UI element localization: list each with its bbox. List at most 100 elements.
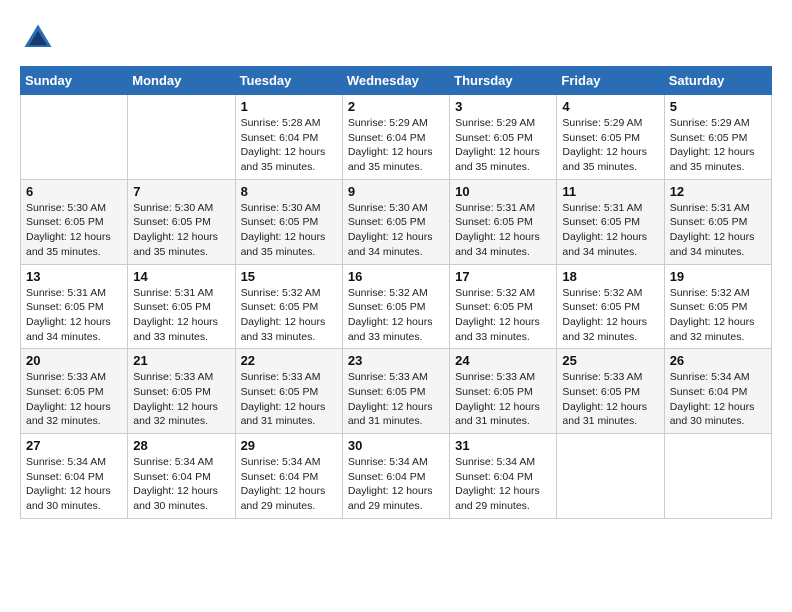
calendar-cell: 7Sunrise: 5:30 AMSunset: 6:05 PMDaylight…	[128, 179, 235, 264]
calendar-cell: 10Sunrise: 5:31 AMSunset: 6:05 PMDayligh…	[450, 179, 557, 264]
weekday-header-saturday: Saturday	[664, 67, 771, 95]
weekday-header-tuesday: Tuesday	[235, 67, 342, 95]
day-info: Sunrise: 5:31 AMSunset: 6:05 PMDaylight:…	[26, 286, 122, 345]
calendar-cell: 16 Sunrise: 5:32 AMSunset: 6:05 PMDayligh…	[342, 264, 449, 349]
day-number: 29	[241, 438, 337, 453]
day-number: 17	[455, 269, 551, 284]
day-info: Sunrise: 5:31 AMSunset: 6:05 PMDaylight:…	[455, 201, 551, 260]
calendar-cell: 11Sunrise: 5:31 AMSunset: 6:05 PMDayligh…	[557, 179, 664, 264]
calendar-cell: 1 Sunrise: 5:28 AMSunset: 6:04 PMDaylight…	[235, 95, 342, 180]
day-info: Sunrise: 5:32 AMSunset: 6:05 PMDaylight:…	[241, 286, 337, 345]
day-number: 22	[241, 353, 337, 368]
calendar-table: SundayMondayTuesdayWednesdayThursdayFrid…	[20, 66, 772, 519]
day-info: Sunrise: 5:31 AMSunset: 6:05 PMDaylight:…	[562, 201, 658, 260]
day-info: Sunrise: 5:28 AMSunset: 6:04 PMDaylight:…	[241, 116, 337, 175]
day-info: Sunrise: 5:32 AMSunset: 6:05 PMDaylight:…	[670, 286, 766, 345]
calendar-week-1: 1 Sunrise: 5:28 AMSunset: 6:04 PMDaylight…	[21, 95, 772, 180]
day-info: Sunrise: 5:29 AMSunset: 6:05 PMDaylight:…	[562, 116, 658, 175]
calendar-week-5: 27 Sunrise: 5:34 AMSunset: 6:04 PMDayligh…	[21, 434, 772, 519]
day-number: 25	[562, 353, 658, 368]
day-info: Sunrise: 5:33 AMSunset: 6:05 PMDaylight:…	[133, 370, 229, 429]
calendar-cell	[557, 434, 664, 519]
calendar-week-2: 6 Sunrise: 5:30 AMSunset: 6:05 PMDaylight…	[21, 179, 772, 264]
weekday-header-monday: Monday	[128, 67, 235, 95]
day-info: Sunrise: 5:29 AMSunset: 6:05 PMDaylight:…	[455, 116, 551, 175]
calendar-cell: 8 Sunrise: 5:30 AMSunset: 6:05 PMDaylight…	[235, 179, 342, 264]
day-info: Sunrise: 5:33 AMSunset: 6:05 PMDaylight:…	[562, 370, 658, 429]
calendar-cell: 22 Sunrise: 5:33 AMSunset: 6:05 PMDayligh…	[235, 349, 342, 434]
day-number: 24	[455, 353, 551, 368]
day-info: Sunrise: 5:29 AMSunset: 6:04 PMDaylight:…	[348, 116, 444, 175]
day-number: 4	[562, 99, 658, 114]
calendar-header-row: SundayMondayTuesdayWednesdayThursdayFrid…	[21, 67, 772, 95]
day-info: Sunrise: 5:33 AMSunset: 6:05 PMDaylight:…	[26, 370, 122, 429]
day-number: 2	[348, 99, 444, 114]
day-info: Sunrise: 5:30 AMSunset: 6:05 PMDaylight:…	[348, 201, 444, 260]
calendar-cell: 17 Sunrise: 5:32 AMSunset: 6:05 PMDayligh…	[450, 264, 557, 349]
day-info: Sunrise: 5:33 AMSunset: 6:05 PMDaylight:…	[348, 370, 444, 429]
day-info: Sunrise: 5:34 AMSunset: 6:04 PMDaylight:…	[455, 455, 551, 514]
calendar-cell: 9 Sunrise: 5:30 AMSunset: 6:05 PMDaylight…	[342, 179, 449, 264]
day-info: Sunrise: 5:30 AMSunset: 6:05 PMDaylight:…	[241, 201, 337, 260]
day-number: 18	[562, 269, 658, 284]
calendar-week-3: 13 Sunrise: 5:31 AMSunset: 6:05 PMDayligh…	[21, 264, 772, 349]
day-number: 30	[348, 438, 444, 453]
day-number: 21	[133, 353, 229, 368]
calendar-cell: 18Sunrise: 5:32 AMSunset: 6:05 PMDayligh…	[557, 264, 664, 349]
day-info: Sunrise: 5:30 AMSunset: 6:05 PMDaylight:…	[133, 201, 229, 260]
calendar-cell: 23Sunrise: 5:33 AMSunset: 6:05 PMDayligh…	[342, 349, 449, 434]
calendar-cell: 28 Sunrise: 5:34 AMSunset: 6:04 PMDayligh…	[128, 434, 235, 519]
day-number: 14	[133, 269, 229, 284]
day-number: 12	[670, 184, 766, 199]
calendar-cell: 30 Sunrise: 5:34 AMSunset: 6:04 PMDayligh…	[342, 434, 449, 519]
calendar-cell: 20 Sunrise: 5:33 AMSunset: 6:05 PMDayligh…	[21, 349, 128, 434]
calendar-cell: 25 Sunrise: 5:33 AMSunset: 6:05 PMDayligh…	[557, 349, 664, 434]
day-number: 5	[670, 99, 766, 114]
calendar-cell: 4 Sunrise: 5:29 AMSunset: 6:05 PMDaylight…	[557, 95, 664, 180]
calendar-cell: 24Sunrise: 5:33 AMSunset: 6:05 PMDayligh…	[450, 349, 557, 434]
day-number: 16	[348, 269, 444, 284]
day-info: Sunrise: 5:34 AMSunset: 6:04 PMDaylight:…	[241, 455, 337, 514]
calendar-cell: 31Sunrise: 5:34 AMSunset: 6:04 PMDayligh…	[450, 434, 557, 519]
day-info: Sunrise: 5:34 AMSunset: 6:04 PMDaylight:…	[348, 455, 444, 514]
calendar-cell	[21, 95, 128, 180]
logo-icon	[20, 20, 56, 56]
weekday-header-thursday: Thursday	[450, 67, 557, 95]
day-info: Sunrise: 5:31 AMSunset: 6:05 PMDaylight:…	[670, 201, 766, 260]
day-number: 20	[26, 353, 122, 368]
day-info: Sunrise: 5:33 AMSunset: 6:05 PMDaylight:…	[241, 370, 337, 429]
weekday-header-sunday: Sunday	[21, 67, 128, 95]
day-info: Sunrise: 5:34 AMSunset: 6:04 PMDaylight:…	[670, 370, 766, 429]
calendar-cell: 19 Sunrise: 5:32 AMSunset: 6:05 PMDayligh…	[664, 264, 771, 349]
day-number: 1	[241, 99, 337, 114]
calendar-cell: 5 Sunrise: 5:29 AMSunset: 6:05 PMDaylight…	[664, 95, 771, 180]
calendar-week-4: 20 Sunrise: 5:33 AMSunset: 6:05 PMDayligh…	[21, 349, 772, 434]
calendar-cell: 26 Sunrise: 5:34 AMSunset: 6:04 PMDayligh…	[664, 349, 771, 434]
calendar-cell	[128, 95, 235, 180]
day-info: Sunrise: 5:32 AMSunset: 6:05 PMDaylight:…	[348, 286, 444, 345]
day-number: 6	[26, 184, 122, 199]
day-number: 9	[348, 184, 444, 199]
day-number: 28	[133, 438, 229, 453]
day-number: 19	[670, 269, 766, 284]
day-info: Sunrise: 5:34 AMSunset: 6:04 PMDaylight:…	[26, 455, 122, 514]
logo	[20, 20, 60, 56]
weekday-header-wednesday: Wednesday	[342, 67, 449, 95]
day-info: Sunrise: 5:32 AMSunset: 6:05 PMDaylight:…	[455, 286, 551, 345]
day-number: 26	[670, 353, 766, 368]
day-number: 15	[241, 269, 337, 284]
day-number: 8	[241, 184, 337, 199]
calendar-cell: 2 Sunrise: 5:29 AMSunset: 6:04 PMDaylight…	[342, 95, 449, 180]
day-info: Sunrise: 5:29 AMSunset: 6:05 PMDaylight:…	[670, 116, 766, 175]
day-number: 3	[455, 99, 551, 114]
day-number: 13	[26, 269, 122, 284]
weekday-header-friday: Friday	[557, 67, 664, 95]
calendar-cell: 27 Sunrise: 5:34 AMSunset: 6:04 PMDayligh…	[21, 434, 128, 519]
calendar-cell: 3 Sunrise: 5:29 AMSunset: 6:05 PMDaylight…	[450, 95, 557, 180]
calendar-cell	[664, 434, 771, 519]
day-number: 27	[26, 438, 122, 453]
calendar-cell: 21 Sunrise: 5:33 AMSunset: 6:05 PMDayligh…	[128, 349, 235, 434]
day-info: Sunrise: 5:34 AMSunset: 6:04 PMDaylight:…	[133, 455, 229, 514]
day-info: Sunrise: 5:31 AMSunset: 6:05 PMDaylight:…	[133, 286, 229, 345]
page-header	[20, 20, 772, 56]
